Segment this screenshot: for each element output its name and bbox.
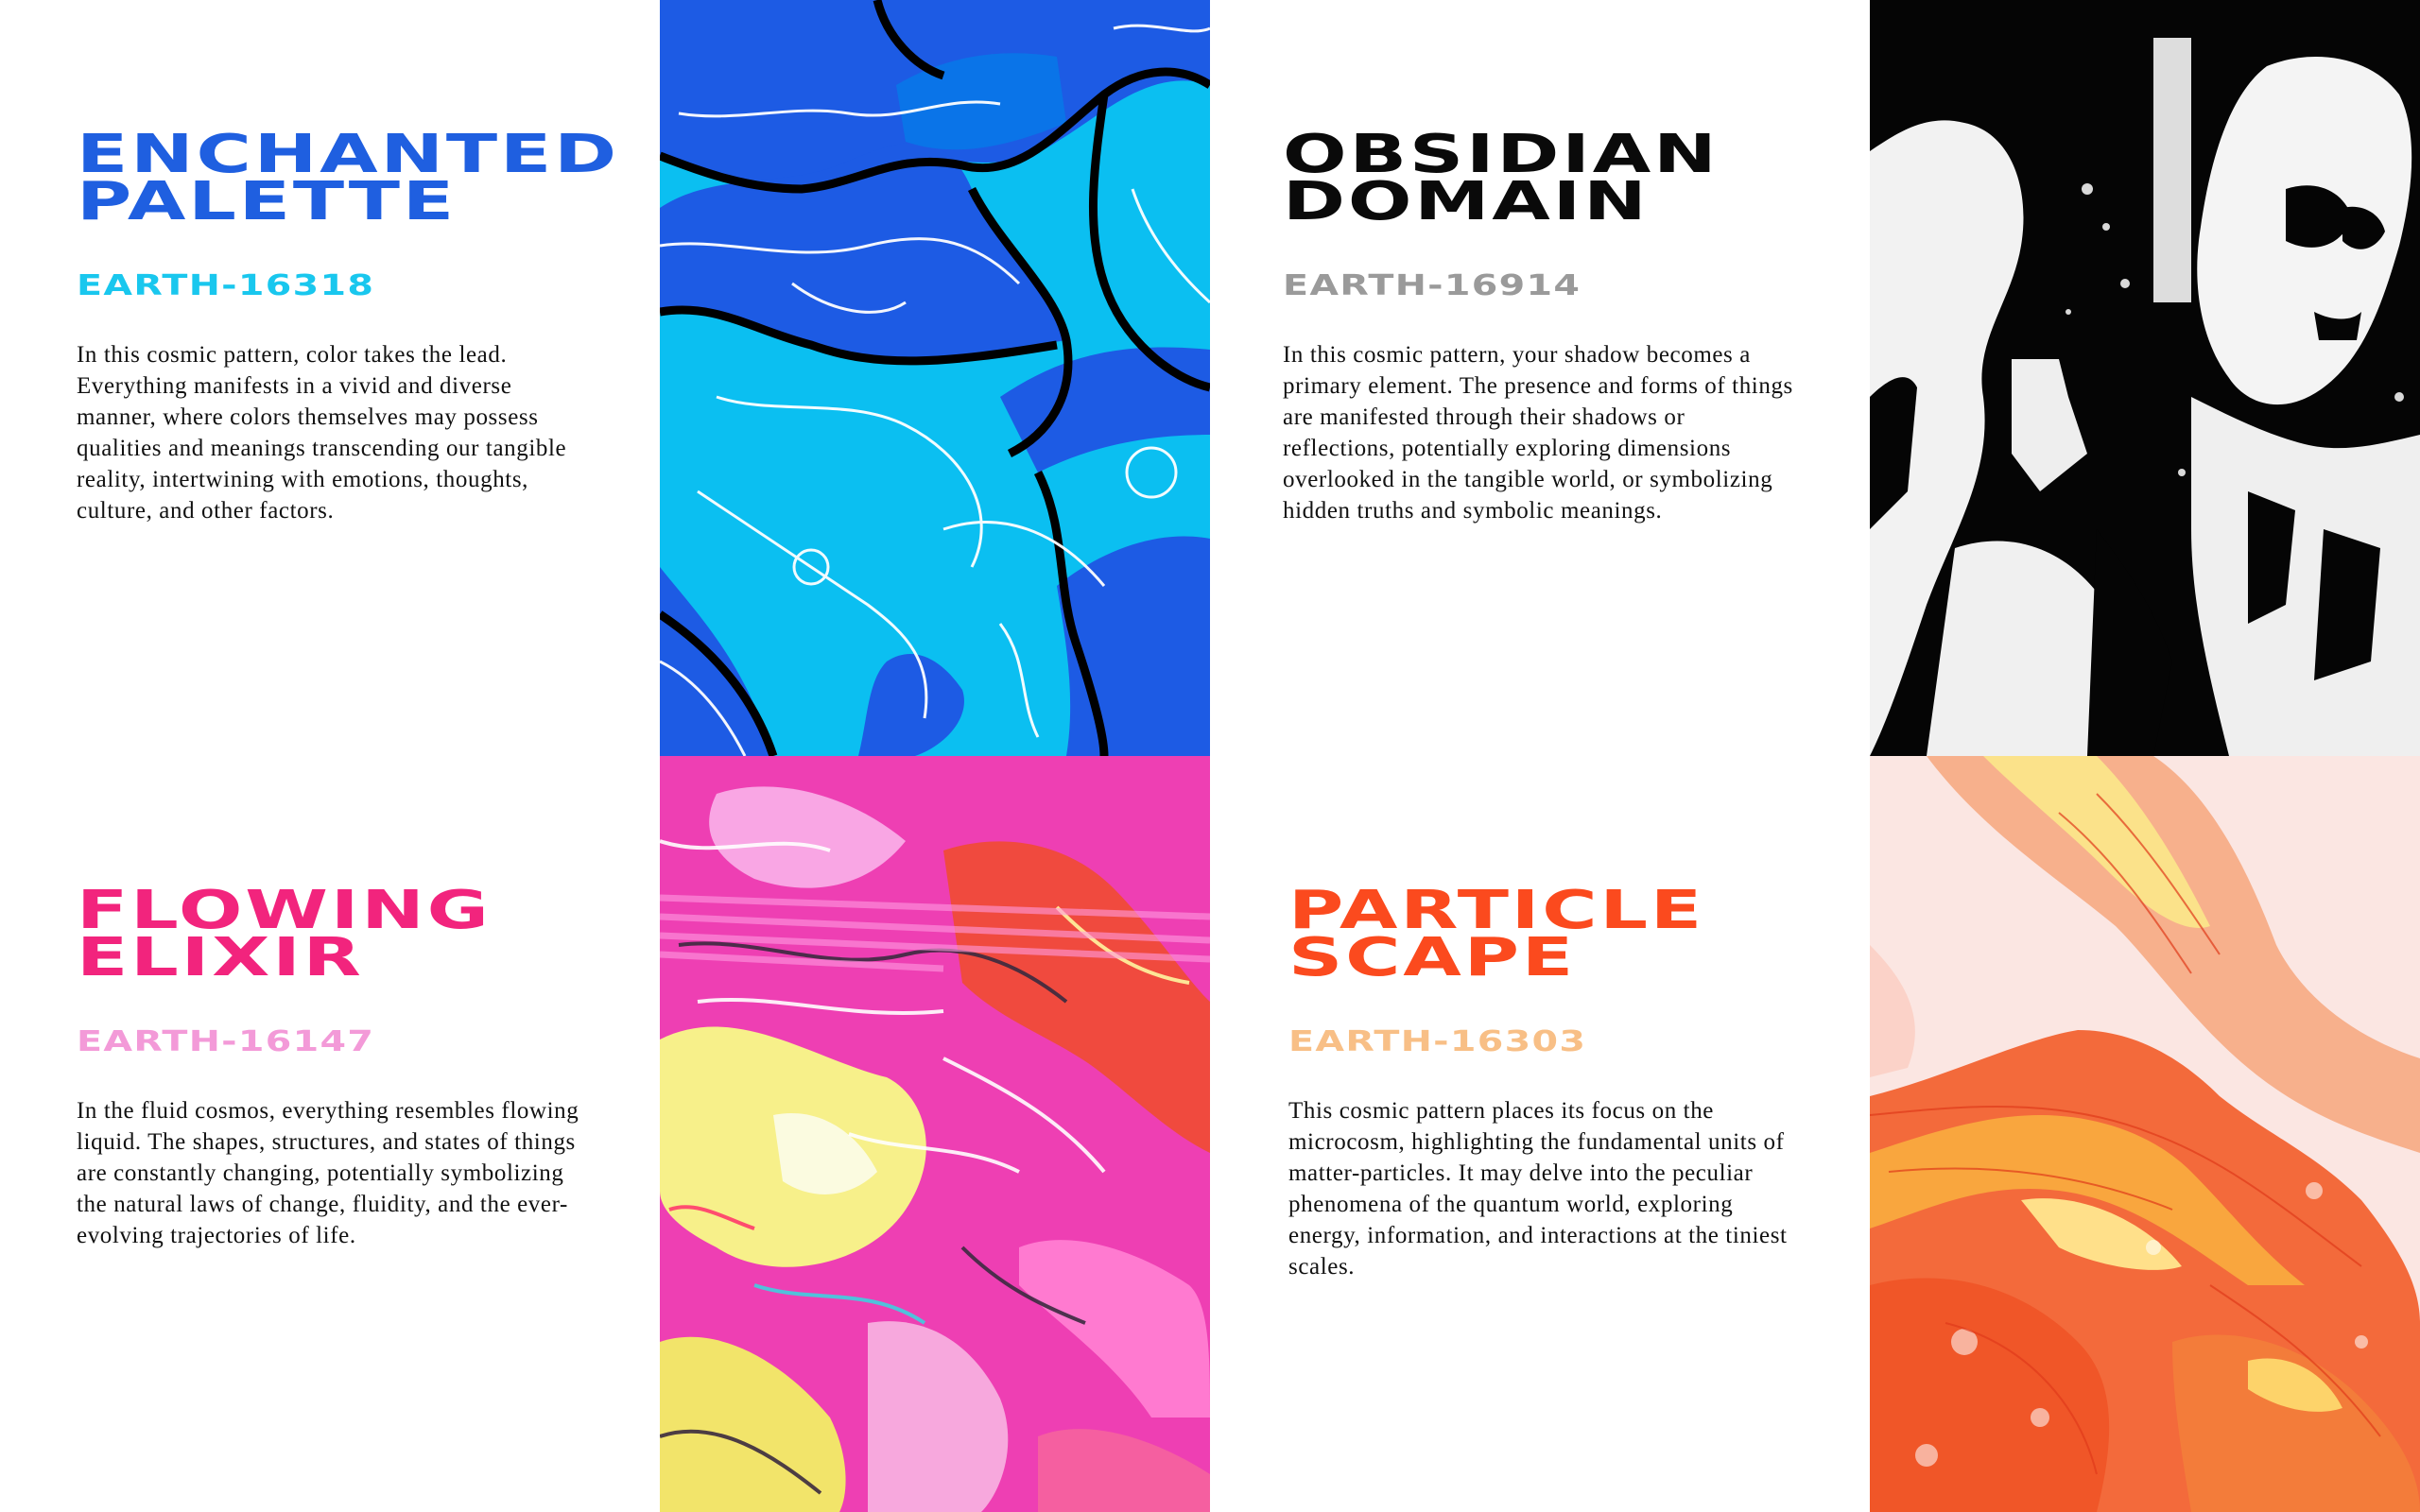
- flowing-elixir-artwork: [660, 756, 1210, 1512]
- card-obsidian-domain: OBSIDIAN DOMAIN EARTH-16914 In this cosm…: [1210, 0, 1870, 756]
- card-description: In the fluid cosmos, everything resemble…: [77, 1098, 579, 1248]
- particle-scape-artwork: [1870, 756, 2420, 1512]
- card-particle-scape: PARTICLE SCAPE EARTH-16303 This cosmic p…: [1210, 756, 1870, 1512]
- card-enchanted-palette: ENCHANTED PALETTE EARTH-16318 In this co…: [0, 0, 660, 756]
- card-description: In this cosmic pattern, your shadow beco…: [1283, 342, 1793, 524]
- obsidian-domain-artwork: [1870, 0, 2420, 756]
- card-description: This cosmic pattern places its focus on …: [1288, 1098, 1788, 1280]
- card-flowing-elixir: FLOWING ELIXIR EARTH-16147 In the fluid …: [0, 756, 660, 1512]
- enchanted-palette-artwork: [660, 0, 1210, 756]
- pattern-grid: ENCHANTED PALETTE EARTH-16318 In this co…: [0, 0, 2420, 1512]
- card-description: In this cosmic pattern, color takes the …: [77, 342, 567, 524]
